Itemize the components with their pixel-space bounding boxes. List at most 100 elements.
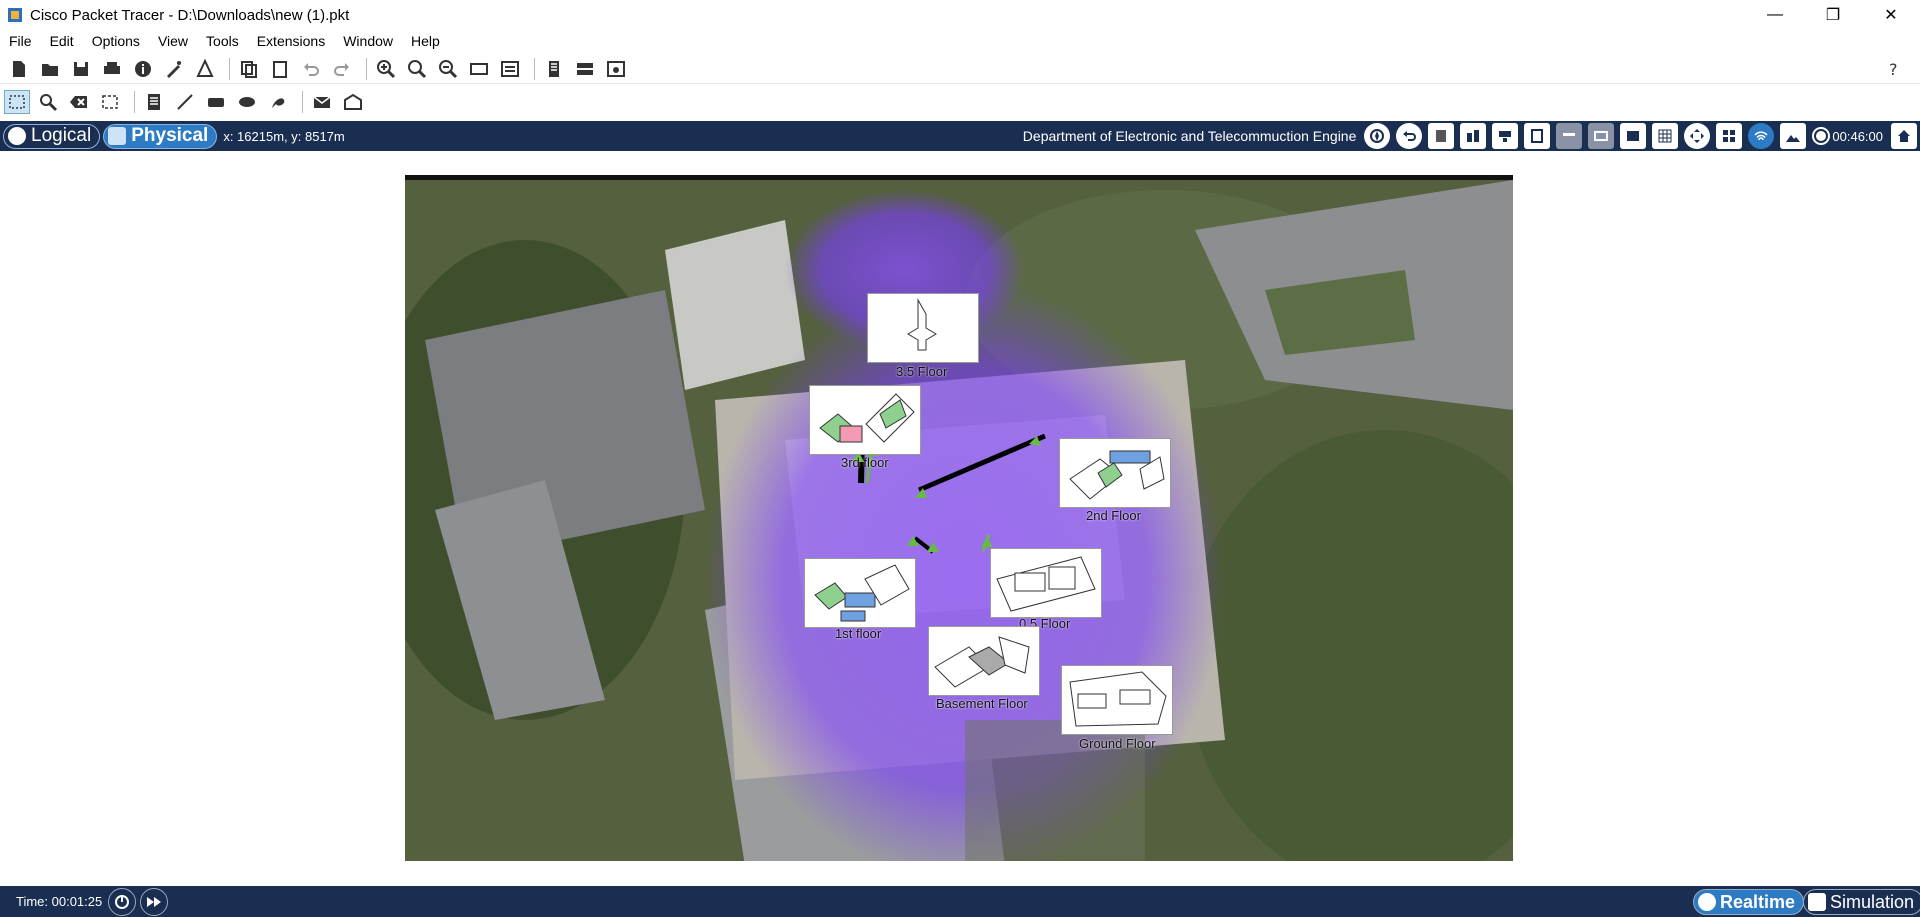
print-icon[interactable]: [99, 57, 125, 81]
fast-forward-button[interactable]: [140, 887, 169, 916]
menu-file[interactable]: File: [0, 33, 41, 49]
select-icon[interactable]: [4, 90, 30, 114]
freeform-icon[interactable]: [265, 90, 291, 114]
floor-container-3-5[interactable]: [867, 293, 979, 363]
back-icon[interactable]: [1396, 123, 1423, 149]
floorplan-icon: [934, 636, 1030, 688]
ellipse-icon[interactable]: [234, 90, 260, 114]
floorplan-icon: [996, 556, 1096, 612]
cluster-icon[interactable]: [572, 57, 598, 81]
redo-icon[interactable]: [329, 57, 355, 81]
new-closet-icon[interactable]: [1492, 123, 1519, 149]
floor-label: Basement Floor: [936, 696, 1028, 711]
maximize-button[interactable]: ❐: [1804, 0, 1862, 30]
wizard-icon[interactable]: [161, 57, 187, 81]
undo-icon[interactable]: [298, 57, 324, 81]
physical-icon: [108, 127, 127, 145]
new-shelf-icon[interactable]: [1588, 123, 1615, 149]
palette-icon[interactable]: [497, 57, 523, 81]
help-icon[interactable]: ?: [1881, 57, 1907, 81]
floor-container-1st[interactable]: [804, 558, 916, 628]
cable-1st-to-2nd[interactable]: [918, 433, 1046, 493]
floor-container-0-5[interactable]: [990, 548, 1102, 618]
physical-workspace[interactable]: 3.5 Floor 3rd floor 2nd Floor 1st floor …: [0, 151, 1920, 885]
grid-icon[interactable]: [1652, 123, 1679, 149]
floorplan-icon: [907, 298, 937, 351]
floor-container-ground[interactable]: [1061, 665, 1173, 735]
floor-container-basement[interactable]: [928, 626, 1040, 696]
info-icon[interactable]: [130, 57, 156, 81]
navigation-compass-icon[interactable]: [1364, 123, 1391, 149]
home-icon[interactable]: [1891, 123, 1917, 149]
minimize-button[interactable]: —: [1746, 0, 1804, 30]
main-toolbar: ?: [0, 54, 1920, 84]
floor-container-2nd[interactable]: [1059, 438, 1171, 508]
copy-icon[interactable]: [236, 57, 262, 81]
simulation-label: Simulation: [1830, 891, 1915, 912]
workspace-nav-bar: Logical Physical x: 16215m, y: 8517m Dep…: [0, 121, 1920, 151]
paste-icon[interactable]: [267, 57, 293, 81]
delete-icon[interactable]: [66, 90, 92, 114]
menu-edit[interactable]: Edit: [41, 33, 83, 49]
floor-label: 1st floor: [835, 626, 882, 641]
network-links: [852, 397, 1059, 604]
realtime-clock-icon: [1698, 893, 1716, 911]
new-building-icon[interactable]: [1428, 123, 1455, 149]
inspect-icon[interactable]: [35, 90, 61, 114]
menu-help[interactable]: Help: [402, 33, 449, 49]
new-icon[interactable]: [6, 57, 32, 81]
power-cycle-icon: [115, 894, 130, 909]
viewport-icon[interactable]: [603, 57, 629, 81]
rectangle-view-icon[interactable]: [466, 57, 492, 81]
new-rack-icon[interactable]: [1524, 123, 1551, 149]
floorplan-icon: [1069, 450, 1165, 500]
menu-view[interactable]: View: [149, 33, 197, 49]
floorplan-icon: [819, 393, 915, 443]
zoom-reset-icon[interactable]: [404, 57, 430, 81]
logical-tab[interactable]: Logical: [3, 123, 101, 149]
location-breadcrumb: Department of Electronic and Telecommuct…: [1022, 128, 1357, 144]
edit-toolbar: [0, 86, 1920, 118]
simulation-icon: [1808, 893, 1826, 911]
background-image-icon[interactable]: [1780, 123, 1807, 149]
power-cycle-devices-button[interactable]: [108, 887, 137, 916]
floor-label: Ground Floor: [1079, 736, 1156, 751]
logical-icon: [8, 127, 26, 145]
realtime-mode-button[interactable]: Realtime: [1693, 889, 1805, 915]
save-icon[interactable]: [68, 57, 94, 81]
menu-extensions[interactable]: Extensions: [248, 33, 334, 49]
line-icon[interactable]: [172, 90, 198, 114]
clock-icon: [1812, 127, 1831, 145]
zoom-out-icon[interactable]: [435, 57, 461, 81]
menu-options[interactable]: Options: [83, 33, 149, 49]
custom-device-icon[interactable]: [541, 57, 567, 81]
simulation-mode-button[interactable]: Simulation: [1803, 889, 1920, 915]
move-object-icon[interactable]: [1620, 123, 1647, 149]
note-icon[interactable]: [141, 90, 167, 114]
new-table-icon[interactable]: [1556, 123, 1583, 149]
add-complex-pdu-icon[interactable]: [340, 90, 366, 114]
menu-tools[interactable]: Tools: [197, 33, 248, 49]
new-city-icon[interactable]: [1460, 123, 1487, 149]
add-pdu-icon[interactable]: [309, 90, 335, 114]
clock-time: 00:46:00: [1832, 128, 1883, 144]
zoom-in-icon[interactable]: [373, 57, 399, 81]
network-icon[interactable]: [192, 57, 218, 81]
menu-window[interactable]: Window: [334, 33, 402, 49]
svg-text:?: ?: [1889, 60, 1898, 79]
campus-background-photo: 3.5 Floor 3rd floor 2nd Floor 1st floor …: [405, 175, 1513, 861]
floor-label: 3.5 Floor: [896, 364, 948, 379]
resize-icon[interactable]: [97, 90, 123, 114]
close-button[interactable]: ✕: [1862, 0, 1920, 30]
working-closet-icon[interactable]: [1716, 123, 1743, 149]
floor-container-3rd[interactable]: [809, 385, 921, 455]
rectangle-icon[interactable]: [203, 90, 229, 114]
physical-tab-label: Physical: [131, 125, 209, 146]
simulation-time: Time: 00:01:25: [16, 894, 103, 909]
open-icon[interactable]: [37, 57, 63, 81]
physical-tab[interactable]: Physical: [103, 123, 218, 149]
pan-icon[interactable]: [1684, 123, 1711, 149]
link-light-icon: [981, 537, 993, 547]
status-bar: Time: 00:01:25 Realtime Simulation: [0, 886, 1920, 917]
wireless-icon[interactable]: [1748, 123, 1775, 149]
